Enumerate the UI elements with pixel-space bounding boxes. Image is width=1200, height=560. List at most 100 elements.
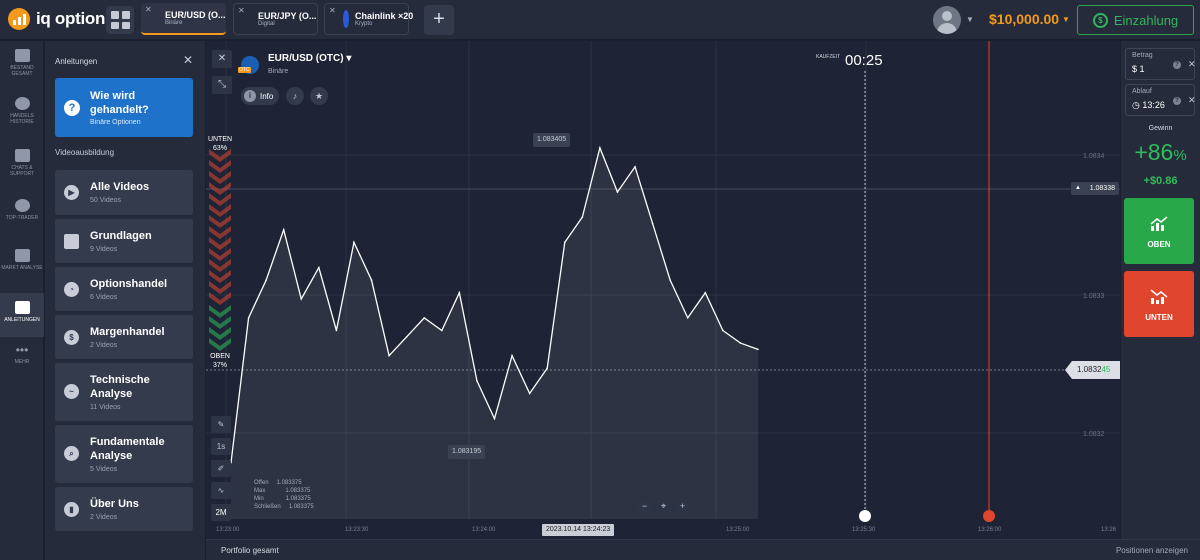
close-icon[interactable]: ✕ (1188, 59, 1196, 70)
zoom-out-button[interactable]: − (638, 500, 651, 513)
x-tick: 13:23:30 (345, 527, 369, 533)
collapse-icon[interactable]: ⤡ (212, 76, 232, 94)
payout-label: Gewinn (1148, 125, 1173, 132)
grid-menu-button[interactable] (106, 6, 134, 34)
expiry-value[interactable]: ◷ 13:26 (1132, 100, 1165, 111)
drawing-tool-icon[interactable]: ✎ (211, 416, 231, 433)
nav-item-top-traders[interactable]: TOP-TRADER (0, 199, 44, 239)
expiry-field[interactable]: Ablauf ◷ 13:26 ? ✕ (1125, 84, 1196, 116)
help-icon[interactable]: ? (1173, 97, 1181, 105)
category-title: Technische Analyse (90, 374, 150, 400)
x-tick: 13:23:00 (216, 527, 240, 533)
amount-value[interactable]: $ 1 (1132, 64, 1145, 74)
info-button[interactable]: i Info (241, 87, 280, 105)
logo-icon (8, 8, 30, 30)
category-count: 50 Videos (90, 197, 122, 204)
price-chart[interactable] (206, 41, 1120, 539)
tab-subtitle: Krypto (355, 21, 373, 27)
nav-item-chats-support[interactable]: CHATS & SUPPORT (0, 149, 44, 189)
category-margin-trading[interactable]: $ Margenhandel 2 Videos (55, 315, 193, 359)
category-technical-analysis[interactable]: ~ Technische Analyse 11 Videos (55, 363, 193, 421)
bell-icon: ▲ (1075, 185, 1081, 191)
graduation-cap-icon (14, 301, 30, 314)
deposit-button[interactable]: $ Einzahlung (1077, 5, 1194, 35)
feature-title: Wie wird gehandelt? (90, 90, 149, 116)
nav-item-market-analysis[interactable]: MARKT ANALYSE (0, 249, 44, 289)
close-icon[interactable]: ✕ (1188, 95, 1196, 106)
current-price-tag: 1.083245 (1065, 361, 1120, 379)
stopwatch-icon (859, 510, 871, 522)
feature-how-to-trade[interactable]: ? Wie wird gehandelt? Binäre Optionen (55, 78, 193, 137)
center-icon[interactable]: ⌖ (657, 500, 670, 513)
category-all-videos[interactable]: ▶ Alle Videos 50 Videos (55, 170, 193, 215)
category-options-trading[interactable]: ◔ Optionshandel 6 Videos (55, 267, 193, 311)
show-positions-link[interactable]: Positionen anzeigen (1116, 546, 1188, 555)
tab-eur-jpy[interactable]: ✕ EUR/JPY (O... Digital (233, 3, 318, 35)
tab-chainlink[interactable]: ✕ Chainlink ×20 Krypto (324, 3, 413, 35)
tab-title: EUR/JPY (O... (258, 11, 317, 21)
info-icon: i (244, 90, 256, 102)
more-icon: ••• (15, 343, 29, 357)
zoom-in-button[interactable]: + (676, 500, 689, 513)
up-label: OBEN (210, 353, 230, 360)
nav-label: CHATS & SUPPORT (9, 165, 35, 177)
interval-button[interactable]: 1s (211, 438, 231, 455)
ohlc-label: Max (254, 488, 266, 494)
price-point (318, 266, 320, 269)
down-pct: 63% (212, 145, 227, 152)
close-icon[interactable]: ✕ (183, 53, 193, 67)
nav-item-trade-history[interactable]: HANDELS HISTORIE (0, 97, 44, 137)
category-basics[interactable]: Grundlagen 9 Videos (55, 219, 193, 263)
portfolio-bar: Portfolio gesamt Positionen anzeigen (206, 539, 1200, 560)
category-fundamental-analysis[interactable]: ⌕ Fundamentale Analyse 5 Videos (55, 425, 193, 483)
timeframe-button[interactable]: 2M (211, 504, 231, 521)
down-button[interactable]: UNTEN (1124, 271, 1194, 337)
price-point (300, 298, 303, 300)
balance[interactable]: $10,000.00 (989, 11, 1059, 27)
star-icon[interactable]: ★ (310, 87, 328, 105)
category-about-us[interactable]: ▮ Über Uns 2 Videos (55, 487, 193, 531)
chevron-down-icon[interactable]: ▼ (1062, 15, 1070, 24)
chevron-down-icon[interactable]: ▼ (966, 15, 974, 24)
close-icon[interactable]: ✕ (238, 6, 245, 15)
payout-amount: +$0.86 (1143, 175, 1178, 187)
up-button-label: OBEN (1147, 240, 1171, 249)
nav-item-total-portfolio[interactable]: BESTAND GESAMT (0, 49, 44, 89)
logo-text: iq option (36, 9, 106, 28)
bell-icon[interactable]: ♪ (286, 87, 304, 105)
amount-label: Betrag (1132, 52, 1153, 59)
payout-percent: +86% (1121, 139, 1200, 166)
amount-field[interactable]: Betrag $ 1 ? ✕ (1125, 48, 1196, 80)
close-icon[interactable]: ✕ (329, 6, 336, 15)
pencil-icon[interactable]: ✐ (211, 460, 231, 477)
help-icon[interactable]: ? (1173, 61, 1181, 69)
chart-area[interactable]: ✕ ⤡ EUR/USD (OTC) ▾ Binäre i Info ♪ ★ KA… (206, 41, 1120, 539)
up-button[interactable]: OBEN (1124, 198, 1194, 264)
payout-pct-value: +86 (1134, 139, 1174, 165)
price-point (634, 165, 636, 168)
price-point (704, 291, 707, 294)
high-tooltip: 1.083405 (533, 133, 571, 147)
nav-item-tutorials[interactable]: ANLEITUNGEN (0, 293, 44, 337)
close-icon[interactable]: ✕ (145, 5, 152, 14)
avatar[interactable] (933, 6, 961, 34)
info-label: Info (260, 91, 274, 101)
nav-label: ANLEITUNGEN (4, 317, 40, 323)
chainlink-icon (343, 10, 349, 28)
indicator-icon[interactable]: ∿ (211, 482, 231, 499)
ohlc-value: 1.083375 (285, 496, 311, 502)
alert-price: 1.08338 (1089, 185, 1115, 192)
asset-selector[interactable]: EUR/USD (OTC) ▾ (268, 53, 351, 64)
asset-type: Binäre (268, 68, 289, 75)
tab-eur-usd[interactable]: ✕ EUR/USD (O... Binäre (141, 3, 226, 35)
nav-label: TOP-TRADER (5, 215, 39, 221)
nav-item-more[interactable]: ••• MEHR (0, 343, 44, 375)
bars-icon: ▮ (64, 502, 79, 517)
logo[interactable]: iq option (8, 8, 105, 30)
dollar-icon: $ (1092, 12, 1108, 28)
price-point (546, 367, 548, 370)
add-tab-button[interactable]: + (424, 5, 454, 35)
portfolio-title[interactable]: Portfolio gesamt (221, 546, 279, 555)
close-icon[interactable]: ✕ (212, 50, 232, 68)
alert-price-tag[interactable]: ▲ 1.08338 (1071, 182, 1119, 195)
